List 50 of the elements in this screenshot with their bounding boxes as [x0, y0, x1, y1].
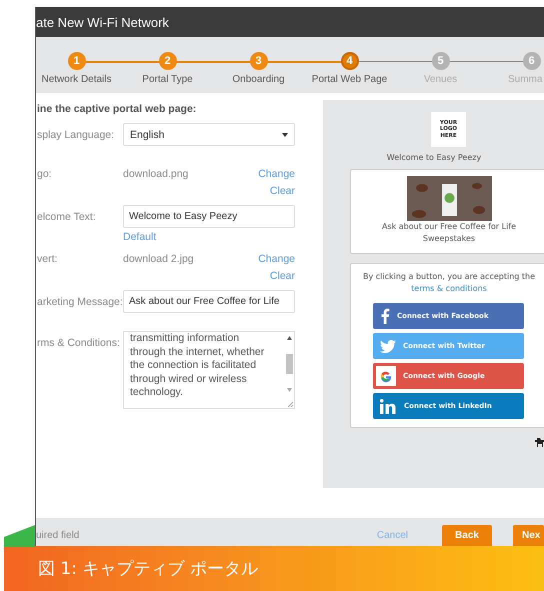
form-heading: ine the captive portal web page: [37, 103, 198, 115]
file-name: download.png [123, 168, 188, 182]
bird-icon [380, 340, 396, 352]
figure-caption: 図 1: キャプティブ ポータル [4, 546, 544, 591]
clear-link[interactable]: Clear [270, 185, 295, 202]
language-select[interactable]: English [123, 123, 295, 146]
step-circle[interactable]: 6 [522, 52, 540, 70]
step-label: Network Details [41, 74, 112, 85]
field-label: go: [37, 168, 53, 182]
dog-logo-icon [535, 438, 544, 447]
step-label: Portal Web Page [312, 74, 388, 85]
step-circle[interactable]: 5 [432, 52, 450, 70]
change-link[interactable]: Change [258, 168, 295, 185]
step-circle[interactable]: 4 [340, 52, 358, 70]
advert-caption: Ask about our Free Coffee for Life Sweepstakes [380, 221, 518, 245]
facebook-icon [380, 308, 390, 324]
consent-text: By clicking a button, you are accepting the [362, 272, 536, 281]
clear-link[interactable]: Clear [270, 270, 295, 287]
field-label: vert: [37, 253, 58, 267]
field-label: arketing Message: [37, 295, 123, 310]
step-circle[interactable]: 2 [158, 52, 176, 70]
corner-triangle-icon [4, 525, 35, 547]
cancel-link[interactable]: Cancel [376, 530, 408, 541]
field-label: rms & Conditions: [37, 336, 121, 351]
text-field[interactable]: Ask about our Free Coffee for Life [123, 290, 295, 313]
change-link[interactable]: Change [258, 253, 295, 270]
window-title: ate New Wi-Fi Network [36, 14, 169, 30]
linkedin-icon [380, 398, 397, 414]
back-button[interactable]: Back [442, 525, 492, 546]
step-label: Onboarding [232, 74, 285, 85]
next-button[interactable]: Nex [513, 525, 544, 546]
google-icon [376, 366, 396, 386]
default-link[interactable]: Default [123, 231, 295, 243]
terms-link[interactable]: terms & conditions [411, 284, 487, 293]
step-circle[interactable]: 1 [68, 52, 86, 70]
resize-grip-icon[interactable] [287, 401, 293, 407]
step-circle[interactable]: 3 [250, 52, 268, 70]
field-label: splay Language: [37, 128, 116, 143]
terms-textarea[interactable]: transmitting information through the internet, whether the connection is facilitated through wired or wireless technology. [123, 331, 295, 409]
caret-icon [282, 132, 288, 136]
step-label: Summa [508, 74, 542, 85]
file-name: download 2.jpg [123, 253, 194, 267]
welcome-text: Welcome to Easy Peezy [386, 153, 482, 162]
step-label: Portal Type [142, 74, 193, 85]
step-label: Venues [424, 74, 458, 85]
text-field[interactable]: Welcome to Easy Peezy [123, 205, 295, 228]
field-label: elcome Text: [37, 210, 97, 225]
scroll-up-icon[interactable] [286, 336, 292, 340]
required-note: uired field [36, 530, 80, 541]
scroll-down-icon[interactable] [286, 388, 292, 392]
